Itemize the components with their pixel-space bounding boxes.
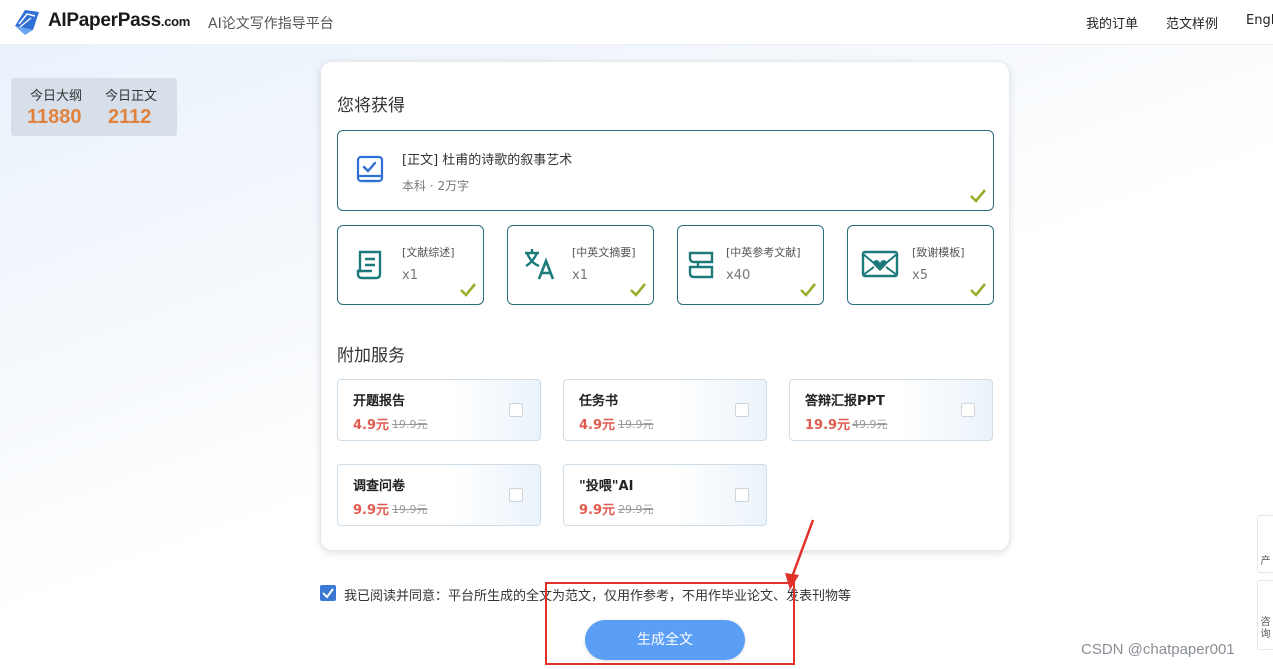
watermark: CSDN @chatpaper001 xyxy=(1081,641,1235,658)
nav-sample-papers[interactable]: 范文样例 xyxy=(1166,13,1218,32)
document-list-icon xyxy=(356,250,382,280)
item-label: [文献综述] xyxy=(402,246,455,259)
checkmark-icon xyxy=(970,189,986,203)
tagline: AI论文写作指导平台 xyxy=(208,16,334,32)
checkmark-icon xyxy=(460,283,476,297)
logo-icon[interactable] xyxy=(11,6,43,38)
item-label: [中英参考文献] xyxy=(726,246,801,259)
service-name: 任务书 xyxy=(579,394,619,409)
daily-stats-panel: 今日大纲 11880 今日正文 2112 xyxy=(11,78,177,136)
body-count-value: 2112 xyxy=(108,106,152,128)
service-original-price: 29.9元 xyxy=(618,503,654,516)
service-name: "投喂"AI xyxy=(579,479,634,494)
translate-icon xyxy=(525,249,555,280)
annotation-highlight-box xyxy=(545,582,795,665)
service-price: 9.9元 xyxy=(579,503,616,518)
item-tile-acknowledgement: [致谢模板] x5 xyxy=(847,225,994,305)
book-reference-icon xyxy=(688,251,714,279)
order-card: 您将获得 [正文] 杜甫的诗歌的叙事艺术 本科 · 2万字 [文献综述] x1 xyxy=(320,61,1010,551)
extra-services-title: 附加服务 xyxy=(337,346,405,366)
service-defense-ppt[interactable]: 答辩汇报PPT 19.9元 49.9元 xyxy=(789,379,993,441)
item-label: [致谢模板] xyxy=(912,246,965,259)
service-checkbox[interactable] xyxy=(735,488,749,502)
service-checkbox[interactable] xyxy=(735,403,749,417)
service-checkbox[interactable] xyxy=(961,403,975,417)
main-paper-tile: [正文] 杜甫的诗歌的叙事艺术 本科 · 2万字 xyxy=(337,130,994,211)
checkmark-icon xyxy=(800,283,816,297)
you-will-get-title: 您将获得 xyxy=(337,96,405,116)
nav-my-orders[interactable]: 我的订单 xyxy=(1086,13,1138,32)
service-price: 9.9元 xyxy=(353,503,390,518)
service-price: 19.9元 xyxy=(805,418,851,433)
agreement-checkbox[interactable] xyxy=(320,585,336,601)
item-tile-references: [中英参考文献] x40 xyxy=(677,225,824,305)
service-task-book[interactable]: 任务书 4.9元 19.9元 xyxy=(563,379,767,441)
top-bar: AIPaperPass.com AI论文写作指导平台 我的订单 范文样例 Eng… xyxy=(0,0,1273,45)
checkmark-icon xyxy=(970,283,986,297)
item-count: x40 xyxy=(726,268,751,283)
item-label: [中英文摘要] xyxy=(572,246,636,259)
brand-name[interactable]: AIPaperPass.com xyxy=(48,10,190,32)
item-tile-literature-review: [文献综述] x1 xyxy=(337,225,484,305)
item-count: x1 xyxy=(402,268,418,283)
service-original-price: 19.9元 xyxy=(392,418,428,431)
service-checkbox[interactable] xyxy=(509,403,523,417)
service-feed-ai[interactable]: "投喂"AI 9.9元 29.9元 xyxy=(563,464,767,526)
checkmark-icon xyxy=(322,588,334,599)
service-price: 4.9元 xyxy=(579,418,616,433)
outline-count-label: 今日大纲 xyxy=(30,89,83,104)
side-tab-consult[interactable]: 咨询 xyxy=(1257,580,1273,650)
side-tab-product[interactable]: 产 xyxy=(1257,515,1273,573)
annotation-arrow-icon xyxy=(785,519,815,590)
heart-envelope-icon xyxy=(861,250,899,278)
nav-language[interactable]: Engl xyxy=(1246,13,1273,28)
body-count-label: 今日正文 xyxy=(105,89,158,104)
service-original-price: 19.9元 xyxy=(392,503,428,516)
item-tile-abstract: [中英文摘要] x1 xyxy=(507,225,654,305)
service-original-price: 49.9元 xyxy=(852,418,888,431)
main-paper-title: [正文] 杜甫的诗歌的叙事艺术 xyxy=(402,153,573,168)
service-name: 开题报告 xyxy=(353,394,406,409)
service-name: 答辩汇报PPT xyxy=(805,394,885,409)
service-name: 调查问卷 xyxy=(353,479,406,494)
item-count: x1 xyxy=(572,268,588,283)
outline-count-value: 11880 xyxy=(27,106,82,128)
checkmark-icon xyxy=(630,283,646,297)
item-count: x5 xyxy=(912,268,928,283)
service-original-price: 19.9元 xyxy=(618,418,654,431)
service-proposal-report[interactable]: 开题报告 4.9元 19.9元 xyxy=(337,379,541,441)
checklist-book-icon xyxy=(356,155,384,183)
service-questionnaire[interactable]: 调查问卷 9.9元 19.9元 xyxy=(337,464,541,526)
main-paper-subtitle: 本科 · 2万字 xyxy=(402,179,470,193)
service-price: 4.9元 xyxy=(353,418,390,433)
service-checkbox[interactable] xyxy=(509,488,523,502)
